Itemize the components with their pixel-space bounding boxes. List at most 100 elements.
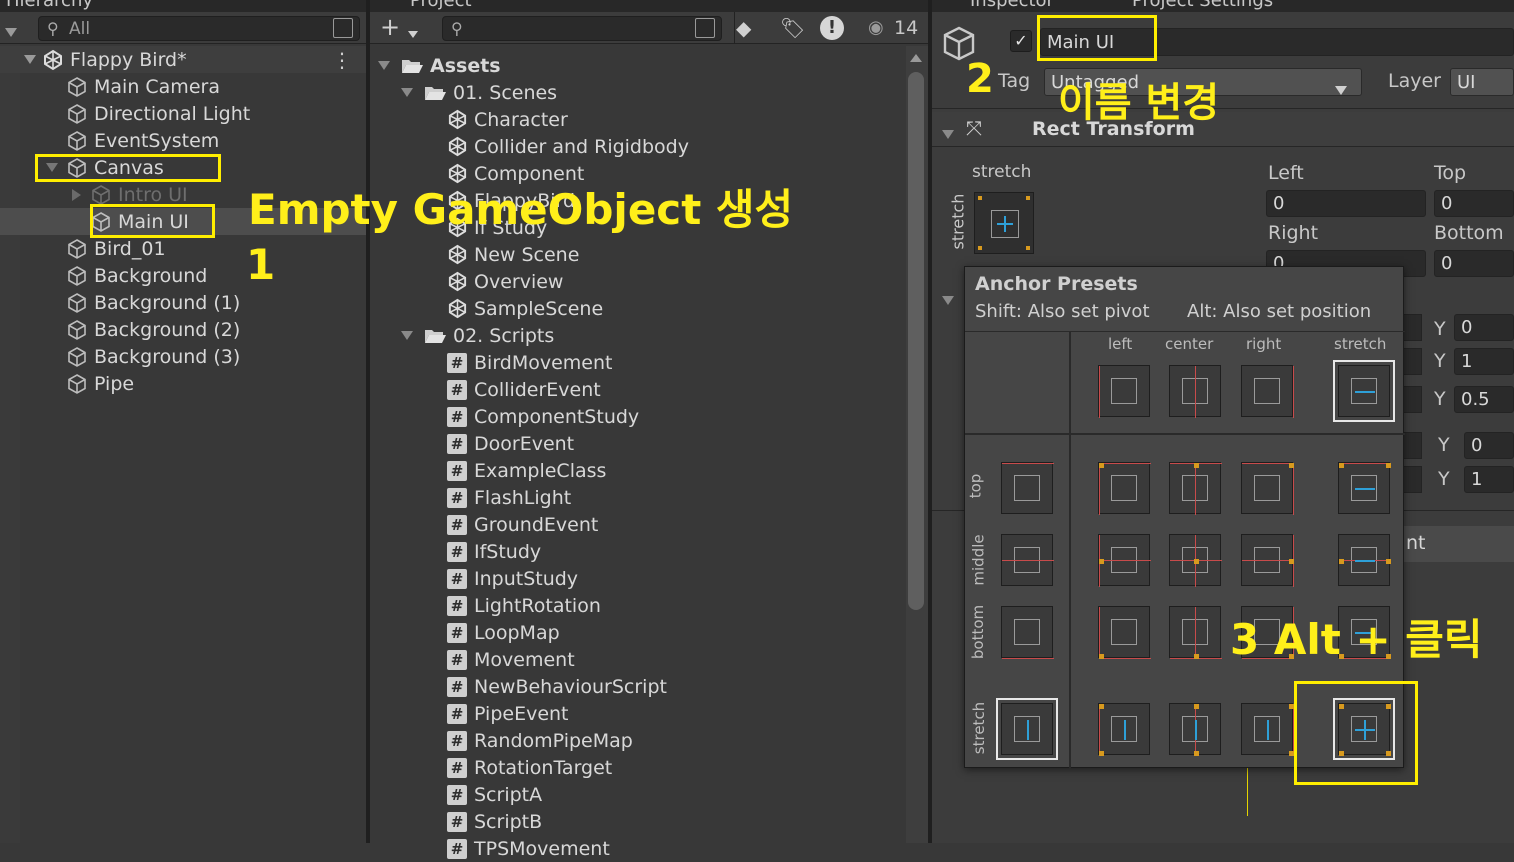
expand-arrow-icon[interactable] <box>378 61 390 70</box>
y-field[interactable]: 0 <box>1464 432 1514 459</box>
anchor-preset-header-left[interactable] <box>1098 365 1150 418</box>
script-asset[interactable]: # ExampleClass <box>447 457 606 484</box>
y-field[interactable]: 1 <box>1464 466 1514 493</box>
script-asset[interactable]: # ColliderEvent <box>447 376 601 403</box>
anchor-preset-bottom-left[interactable] <box>1098 606 1151 659</box>
search-popout-icon[interactable] <box>333 18 353 38</box>
scene-menu-icon[interactable]: ⋮ <box>332 48 352 72</box>
col-label-stretch: stretch <box>1334 335 1387 353</box>
add-dropdown-icon[interactable] <box>408 23 418 42</box>
hierarchy-item[interactable]: EventSystem <box>0 127 366 154</box>
y-field[interactable]: 0.5 <box>1454 386 1514 413</box>
assets-folder[interactable]: Assets <box>378 52 501 79</box>
anchor-preset-header-center[interactable] <box>1169 365 1221 418</box>
hierarchy-tab[interactable]: Hierarchy <box>6 0 93 11</box>
bottom-field[interactable]: 0 <box>1434 250 1514 277</box>
script-asset[interactable]: # LightRotation <box>447 592 601 619</box>
y-field[interactable]: 0 <box>1454 314 1514 341</box>
anchor-preset-header-right[interactable] <box>1241 365 1294 418</box>
collapse-arrow-icon[interactable] <box>942 290 954 309</box>
anchor-preset-button[interactable] <box>974 192 1034 254</box>
left-field[interactable]: 0 <box>1266 190 1426 217</box>
expand-arrow-icon[interactable] <box>401 331 413 340</box>
anchor-preset-row-middle[interactable] <box>1001 534 1054 586</box>
anchor-preset-top-right[interactable] <box>1241 462 1294 515</box>
scene-asset[interactable]: Collider and Rigidbody <box>447 133 689 160</box>
anchor-preset-middle-center[interactable] <box>1169 534 1222 587</box>
script-asset[interactable]: # LoopMap <box>447 619 560 646</box>
filter-type-icon[interactable]: ◆ <box>736 16 751 40</box>
script-asset[interactable]: # PipeEvent <box>447 700 569 727</box>
script-asset[interactable]: # TPSMovement <box>447 835 610 862</box>
hierarchy-item[interactable]: Background (2) <box>0 316 366 343</box>
hierarchy-item[interactable]: Pipe <box>0 370 366 397</box>
scene-asset[interactable]: Overview <box>447 268 563 295</box>
script-asset[interactable]: # RotationTarget <box>447 754 612 781</box>
project-tab[interactable]: Project <box>410 0 472 11</box>
script-asset[interactable]: # ScriptA <box>447 781 542 808</box>
anchor-preset-stretch-left[interactable] <box>1098 703 1150 756</box>
filter-label-icon[interactable]: 🏷 <box>780 16 805 40</box>
y-field[interactable]: 1 <box>1454 348 1514 375</box>
layer-dropdown[interactable]: UI <box>1450 68 1514 96</box>
search-popout-icon[interactable] <box>695 18 715 38</box>
expand-arrow-icon[interactable] <box>401 88 413 97</box>
anchor-preset-top-left[interactable] <box>1098 462 1151 515</box>
hierarchy-item[interactable]: Bird_01 <box>0 235 366 262</box>
script-asset[interactable]: # IfStudy <box>447 538 541 565</box>
hierarchy-item[interactable]: Main Camera <box>0 73 366 100</box>
annotation-step2-number: 2 <box>966 56 994 102</box>
anchor-preset-stretch-right[interactable] <box>1241 703 1294 756</box>
anchor-preset-middle-right[interactable] <box>1241 534 1294 587</box>
expand-arrow-icon[interactable] <box>24 55 36 64</box>
hidden-eye-icon[interactable]: ◉ <box>868 17 884 38</box>
filter-error-icon[interactable]: ! <box>820 16 844 40</box>
scroll-up-icon[interactable] <box>910 54 922 62</box>
hierarchy-item[interactable]: Background (3) <box>0 343 366 370</box>
script-asset[interactable]: # BirdMovement <box>447 349 613 376</box>
project-settings-tab[interactable]: Project Settings <box>1132 0 1273 11</box>
active-checkbox[interactable]: ✓ <box>1010 30 1032 52</box>
component-header-partial[interactable]: nt <box>1402 526 1514 562</box>
script-asset[interactable]: # DoorEvent <box>447 430 574 457</box>
gameobject-icon <box>68 130 86 151</box>
hierarchy-search-input[interactable]: ⚲ All <box>38 16 360 41</box>
anchor-preset-top-stretch[interactable] <box>1338 462 1391 514</box>
scene-asset[interactable]: New Scene <box>447 241 579 268</box>
anchor-preset-middle-left[interactable] <box>1098 534 1151 587</box>
script-asset[interactable]: # Movement <box>447 646 575 673</box>
script-asset[interactable]: # InputStudy <box>447 565 578 592</box>
collapse-arrow-icon[interactable] <box>72 189 81 201</box>
create-dropdown[interactable] <box>5 22 17 41</box>
scene-asset[interactable]: Character <box>447 106 568 133</box>
anchor-preset-middle-stretch[interactable] <box>1338 534 1391 586</box>
scenes-folder[interactable]: 01. Scenes <box>401 79 557 106</box>
collapse-arrow-icon[interactable] <box>942 124 954 143</box>
project-scrollbar-thumb[interactable] <box>908 72 924 610</box>
hierarchy-item[interactable]: Background (1) <box>0 289 366 316</box>
scene-asset[interactable]: SampleScene <box>447 295 603 322</box>
rect-transform-header[interactable]: ⤧ Rect Transform <box>932 112 1514 146</box>
inspector-tab[interactable]: Inspector <box>970 0 1054 11</box>
anchor-preset-bottom-center[interactable] <box>1169 606 1222 659</box>
hierarchy-item[interactable]: Background <box>0 262 366 289</box>
project-search-input[interactable]: ⚲ <box>442 16 722 41</box>
top-field[interactable]: 0 <box>1434 190 1514 217</box>
anchor-preset-row-stretch[interactable] <box>996 698 1058 760</box>
scripts-folder[interactable]: 02. Scripts <box>401 322 554 349</box>
script-asset[interactable]: # RandomPipeMap <box>447 727 633 754</box>
script-asset[interactable]: # FlashLight <box>447 484 571 511</box>
anchor-preset-row-bottom[interactable] <box>1001 606 1054 659</box>
script-asset[interactable]: # GroundEvent <box>447 511 598 538</box>
anchor-preset-row-top[interactable] <box>1001 462 1054 514</box>
script-asset[interactable]: # NewBehaviourScript <box>447 673 667 700</box>
hierarchy-item[interactable]: Directional Light <box>0 100 366 127</box>
add-asset-button[interactable]: + <box>380 13 400 41</box>
anchor-preset-stretch-center[interactable] <box>1169 703 1221 756</box>
anchor-preset-header-stretch[interactable] <box>1333 360 1395 422</box>
script-asset[interactable]: # ComponentStudy <box>447 403 639 430</box>
project-scrollbar-track[interactable] <box>906 46 928 843</box>
anchor-preset-top-center[interactable] <box>1169 462 1222 515</box>
scene-header[interactable]: Flappy Bird* ⋮ <box>0 46 366 73</box>
script-asset[interactable]: # ScriptB <box>447 808 542 835</box>
